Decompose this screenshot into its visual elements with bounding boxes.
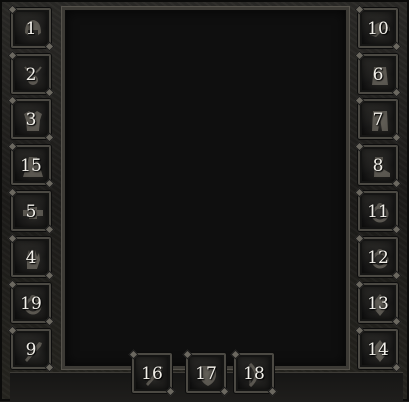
slot-number: 10 bbox=[367, 19, 389, 39]
equipment-slot-right-2[interactable]: 6 bbox=[358, 54, 398, 94]
slot-number: 6 bbox=[372, 65, 384, 85]
slot-number: 15 bbox=[20, 156, 42, 176]
equipment-slot-left-4[interactable]: 15 bbox=[11, 145, 51, 185]
equipment-slot-left-3[interactable]: 3 bbox=[11, 99, 51, 139]
equipment-slot-left-8[interactable]: 9 bbox=[11, 329, 51, 369]
slot-number: 18 bbox=[243, 364, 265, 384]
slot-number: 19 bbox=[20, 294, 42, 314]
slot-number: 7 bbox=[372, 110, 384, 130]
slot-number: 3 bbox=[25, 110, 37, 130]
equipment-slot-right-8[interactable]: 14 bbox=[358, 329, 398, 369]
slot-number: 14 bbox=[367, 340, 389, 360]
slot-number: 4 bbox=[25, 248, 37, 268]
equipment-slot-bottom-3[interactable]: 18 bbox=[234, 353, 274, 393]
equipment-slot-left-7[interactable]: 19 bbox=[11, 283, 51, 323]
equipment-slot-right-5[interactable]: 11 bbox=[358, 191, 398, 231]
slot-number: 9 bbox=[25, 340, 37, 360]
equipment-slot-bottom-2[interactable]: 17 bbox=[186, 353, 226, 393]
equipment-slot-left-6[interactable]: 4 bbox=[11, 237, 51, 277]
slot-number: 1 bbox=[25, 19, 37, 39]
equipment-slot-right-1[interactable]: 10 bbox=[358, 8, 398, 48]
slot-number: 16 bbox=[141, 364, 163, 384]
equipment-slot-left-1[interactable]: 1 bbox=[11, 8, 51, 48]
slot-number: 5 bbox=[25, 202, 37, 222]
equipment-slot-right-6[interactable]: 12 bbox=[358, 237, 398, 277]
equipment-frame: 1 2 3 15 5 4 19 9 10 6 7 8 11 12 13 14 1… bbox=[0, 0, 409, 402]
equipment-slot-right-3[interactable]: 7 bbox=[358, 99, 398, 139]
equipment-slot-left-5[interactable]: 5 bbox=[11, 191, 51, 231]
slot-number: 8 bbox=[372, 156, 384, 176]
character-model-panel bbox=[62, 7, 349, 369]
slot-number: 12 bbox=[367, 248, 389, 268]
slot-number: 11 bbox=[367, 202, 389, 222]
slot-number: 17 bbox=[195, 364, 217, 384]
equipment-slot-bottom-1[interactable]: 16 bbox=[132, 353, 172, 393]
equipment-slot-left-2[interactable]: 2 bbox=[11, 54, 51, 94]
slot-number: 2 bbox=[25, 65, 37, 85]
equipment-slot-right-7[interactable]: 13 bbox=[358, 283, 398, 323]
equipment-slot-right-4[interactable]: 8 bbox=[358, 145, 398, 185]
slot-number: 13 bbox=[367, 294, 389, 314]
